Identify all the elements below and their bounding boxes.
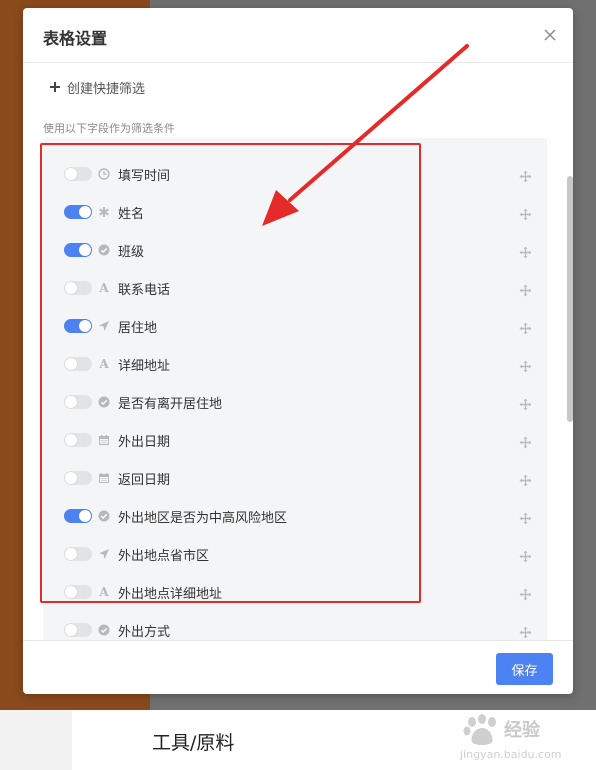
field-label: 是否有离开居住地 — [118, 396, 223, 412]
field-label: 班级 — [118, 244, 145, 260]
dialog-footer: 保存 — [23, 640, 573, 694]
toggle-knob — [65, 358, 77, 370]
field-row[interactable]: 外出地区是否为中高风险地区 — [43, 497, 547, 535]
baidu-jingyan-watermark: 经验 jingyan.baidu.com — [458, 712, 588, 762]
close-icon — [544, 29, 556, 41]
field-toggle[interactable] — [64, 471, 92, 485]
field-row[interactable]: 居住地 — [43, 307, 547, 345]
watermark-url: jingyan.baidu.com — [460, 748, 562, 761]
toggle-knob — [79, 244, 91, 256]
field-row[interactable]: A 外出地点详细地址 — [43, 573, 547, 611]
dialog-scrollbar[interactable] — [567, 176, 573, 422]
drag-handle-icon[interactable] — [519, 510, 532, 524]
text-icon: A — [99, 357, 109, 371]
toggle-knob — [79, 320, 91, 332]
field-toggle[interactable] — [64, 623, 92, 637]
field-toggle[interactable] — [64, 395, 92, 409]
field-row[interactable]: A 联系电话 — [43, 269, 547, 307]
drag-handle-icon[interactable] — [519, 548, 532, 562]
text-icon: A — [99, 585, 109, 599]
field-label: 居住地 — [118, 320, 158, 336]
field-row[interactable]: 姓名 — [43, 193, 547, 231]
toggle-knob — [79, 206, 91, 218]
check-circle-icon — [98, 396, 110, 408]
field-toggle[interactable] — [64, 281, 92, 295]
article-section-title: 工具/原料 — [152, 732, 235, 754]
drag-handle-icon[interactable] — [519, 320, 532, 334]
dialog-title: 表格设置 — [43, 29, 108, 48]
close-button[interactable] — [541, 26, 559, 44]
drag-handle-icon[interactable] — [519, 396, 532, 410]
field-label: 姓名 — [118, 206, 145, 222]
field-label: 外出地区是否为中高风险地区 — [118, 510, 288, 526]
check-circle-icon — [98, 510, 110, 522]
drag-handle-icon[interactable] — [519, 434, 532, 448]
check-circle-icon — [98, 624, 110, 636]
filter-field-list: 填写时间姓名班级 A 联系电话居住地 A 详细地址是否有离开居住地 外出日期返回日期外出地… — [43, 138, 547, 641]
check-circle-icon — [98, 244, 110, 256]
field-toggle[interactable] — [64, 433, 92, 447]
field-toggle[interactable] — [64, 547, 92, 561]
field-row[interactable]: 是否有离开居住地 — [43, 383, 547, 421]
field-label: 外出方式 — [118, 624, 171, 640]
plus-icon — [50, 82, 60, 92]
field-toggle[interactable] — [64, 319, 92, 333]
location-arrow-icon — [98, 320, 110, 332]
calendar-icon — [98, 434, 110, 446]
toggle-knob — [65, 548, 77, 560]
field-toggle[interactable] — [64, 509, 92, 523]
toggle-knob — [65, 624, 77, 636]
field-row[interactable]: 外出地点省市区 — [43, 535, 547, 573]
field-toggle[interactable] — [64, 243, 92, 257]
clock-icon — [98, 168, 110, 180]
toggle-knob — [79, 510, 91, 522]
field-label: 返回日期 — [118, 472, 171, 488]
drag-handle-icon[interactable] — [519, 168, 532, 182]
field-row[interactable]: 外出日期 — [43, 421, 547, 459]
drag-handle-icon[interactable] — [519, 586, 532, 600]
field-label: 外出日期 — [118, 434, 171, 450]
create-quick-filter-button[interactable]: 创建快捷筛选 — [49, 77, 145, 97]
field-label: 详细地址 — [118, 358, 171, 374]
toggle-knob — [65, 282, 77, 294]
field-row[interactable]: 班级 — [43, 231, 547, 269]
baidu-paw-logo — [463, 714, 496, 745]
table-settings-dialog: 表格设置 创建快捷筛选 使用以下字段作为筛选条件 填写时间姓名班级 A 联系电话居住… — [23, 8, 573, 694]
toggle-knob — [65, 434, 77, 446]
field-label: 联系电话 — [118, 282, 171, 298]
field-row[interactable]: A 详细地址 — [43, 345, 547, 383]
drag-handle-icon[interactable] — [519, 472, 532, 486]
article-left-gutter — [0, 710, 72, 770]
drag-handle-icon[interactable] — [519, 206, 532, 220]
field-label: 填写时间 — [118, 168, 171, 184]
field-toggle[interactable] — [64, 205, 92, 219]
toggle-knob — [65, 586, 77, 598]
field-toggle[interactable] — [64, 357, 92, 371]
field-row[interactable]: 外出方式 — [43, 611, 547, 641]
field-label: 外出地点省市区 — [118, 548, 210, 564]
drag-handle-icon[interactable] — [519, 244, 532, 258]
toggle-knob — [65, 396, 77, 408]
dialog-header: 表格设置 — [23, 8, 573, 63]
drag-handle-icon[interactable] — [519, 282, 532, 296]
field-row[interactable]: 填写时间 — [43, 155, 547, 193]
field-row[interactable]: 返回日期 — [43, 459, 547, 497]
drag-handle-icon[interactable] — [519, 358, 532, 372]
text-icon: A — [99, 281, 109, 295]
asterisk-icon — [98, 206, 110, 218]
filter-fields-section-label: 使用以下字段作为筛选条件 — [43, 122, 175, 135]
calendar-icon — [98, 472, 110, 484]
create-quick-filter-label: 创建快捷筛选 — [67, 81, 146, 97]
drag-handle-icon[interactable] — [519, 624, 532, 638]
save-button[interactable]: 保存 — [496, 653, 553, 685]
watermark-brand: 经验 — [504, 720, 540, 741]
toggle-knob — [65, 472, 77, 484]
field-toggle[interactable] — [64, 585, 92, 599]
location-arrow-icon — [98, 548, 110, 560]
toggle-knob — [65, 168, 77, 180]
field-label: 外出地点详细地址 — [118, 586, 223, 602]
field-toggle[interactable] — [64, 167, 92, 181]
